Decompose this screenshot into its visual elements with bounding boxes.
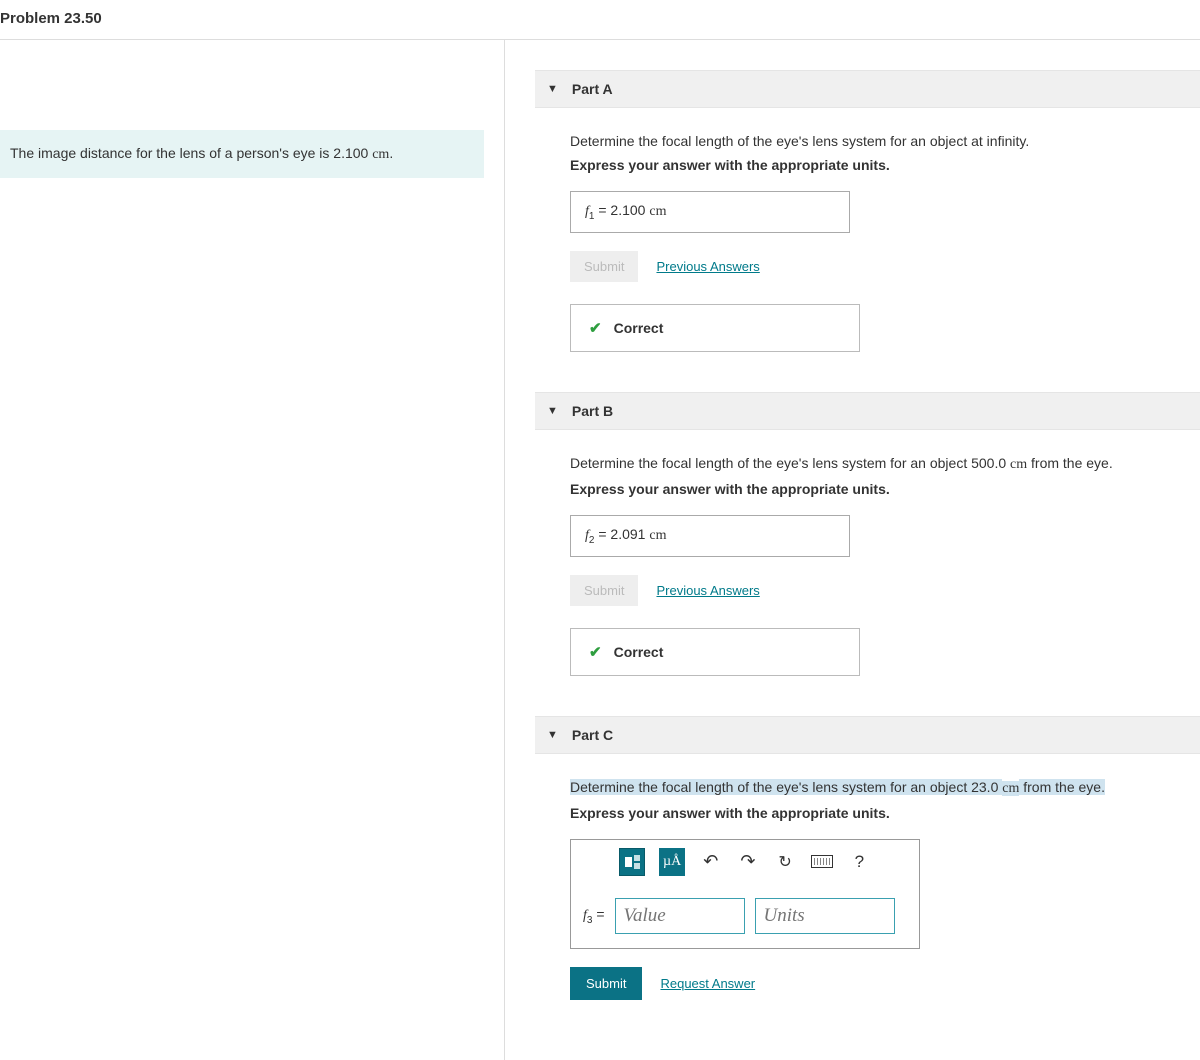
page-title: Problem 23.50 bbox=[0, 10, 102, 27]
part-b-buttons: Submit Previous Answers bbox=[570, 575, 1165, 606]
part-c-var-label: f3 = bbox=[583, 906, 605, 926]
part-a-buttons: Submit Previous Answers bbox=[570, 251, 1165, 282]
part-c-prompt-post: from the eye. bbox=[1019, 779, 1105, 795]
part-b-prompt: Determine the focal length of the eye's … bbox=[570, 455, 1165, 473]
request-answer-link[interactable]: Request Answer bbox=[660, 976, 755, 991]
reset-icon[interactable]: ↻ bbox=[774, 848, 797, 876]
part-b-correct: ✔ Correct bbox=[570, 628, 860, 676]
part-c: ▼ Part C Determine the focal length of t… bbox=[535, 716, 1200, 1000]
caret-down-icon: ▼ bbox=[547, 405, 558, 417]
part-a-correct: ✔ Correct bbox=[570, 304, 860, 352]
problem-text-suffix: . bbox=[389, 145, 393, 161]
part-c-hint: Express your answer with the appropriate… bbox=[570, 805, 1165, 821]
part-b-prompt-post: from the eye. bbox=[1027, 455, 1113, 471]
templates-icon[interactable] bbox=[619, 848, 645, 876]
part-a-sub: 1 bbox=[589, 211, 595, 222]
correct-label: Correct bbox=[614, 644, 664, 660]
problem-statement: The image distance for the lens of a per… bbox=[0, 130, 484, 178]
part-c-input-row: f3 = bbox=[571, 884, 919, 948]
part-c-prompt-unit: cm bbox=[1002, 781, 1019, 796]
part-b-sub: 2 bbox=[589, 535, 595, 546]
value-input[interactable] bbox=[615, 898, 745, 934]
part-a-prompt: Determine the focal length of the eye's … bbox=[570, 133, 1165, 149]
part-c-label: Part C bbox=[572, 727, 613, 743]
part-c-body: Determine the focal length of the eye's … bbox=[535, 754, 1200, 1000]
part-a-value: 2.100 bbox=[610, 202, 645, 218]
part-b-prompt-unit: cm bbox=[1010, 457, 1027, 472]
equals: = bbox=[598, 202, 610, 218]
correct-label: Correct bbox=[614, 320, 664, 336]
part-b-hint: Express your answer with the appropriate… bbox=[570, 481, 1165, 497]
part-b-body: Determine the focal length of the eye's … bbox=[535, 430, 1200, 676]
submit-button: Submit bbox=[570, 251, 638, 282]
part-a: ▼ Part A Determine the focal length of t… bbox=[535, 70, 1200, 352]
previous-answers-link[interactable]: Previous Answers bbox=[656, 583, 759, 598]
problem-text-prefix: The image distance for the lens of a per… bbox=[10, 145, 372, 161]
part-c-prompt-pre: Determine the focal length of the eye's … bbox=[570, 779, 1002, 795]
check-icon: ✔ bbox=[589, 643, 602, 661]
units-input[interactable] bbox=[755, 898, 895, 934]
part-a-label: Part A bbox=[572, 81, 613, 97]
part-b-prompt-pre: Determine the focal length of the eye's … bbox=[570, 455, 1010, 471]
part-b-unit: cm bbox=[649, 528, 666, 543]
submit-button[interactable]: Submit bbox=[570, 967, 642, 1000]
part-c-buttons: Submit Request Answer bbox=[570, 967, 1165, 1000]
part-c-header[interactable]: ▼ Part C bbox=[535, 716, 1200, 754]
page-header: Problem 23.50 bbox=[0, 0, 1200, 40]
check-icon: ✔ bbox=[589, 319, 602, 337]
caret-down-icon: ▼ bbox=[547, 83, 558, 95]
right-column: ▼ Part A Determine the focal length of t… bbox=[505, 40, 1200, 1060]
part-b-value: 2.091 bbox=[610, 526, 645, 542]
submit-button: Submit bbox=[570, 575, 638, 606]
special-chars-icon[interactable]: µÅ bbox=[659, 848, 685, 876]
part-a-answer: f1 = 2.100 cm bbox=[570, 191, 850, 233]
part-c-prompt: Determine the focal length of the eye's … bbox=[570, 779, 1165, 797]
answer-toolbar: µÅ ↶ ↷ ↻ ? bbox=[571, 840, 919, 884]
caret-down-icon: ▼ bbox=[547, 729, 558, 741]
part-a-header[interactable]: ▼ Part A bbox=[535, 70, 1200, 108]
part-c-answer-widget: µÅ ↶ ↷ ↻ ? f3 = bbox=[570, 839, 920, 949]
redo-icon[interactable]: ↷ bbox=[736, 848, 759, 876]
undo-icon[interactable]: ↶ bbox=[699, 848, 722, 876]
part-a-unit: cm bbox=[649, 204, 666, 219]
left-column: The image distance for the lens of a per… bbox=[0, 40, 505, 1060]
content-columns: The image distance for the lens of a per… bbox=[0, 40, 1200, 1060]
part-b-header[interactable]: ▼ Part B bbox=[535, 392, 1200, 430]
part-b: ▼ Part B Determine the focal length of t… bbox=[535, 392, 1200, 676]
part-a-body: Determine the focal length of the eye's … bbox=[535, 108, 1200, 352]
part-b-answer: f2 = 2.091 cm bbox=[570, 515, 850, 557]
equals: = bbox=[598, 526, 610, 542]
problem-unit: cm bbox=[372, 147, 389, 162]
part-a-hint: Express your answer with the appropriate… bbox=[570, 157, 1165, 173]
help-icon[interactable]: ? bbox=[848, 848, 871, 876]
keyboard-icon[interactable] bbox=[811, 848, 834, 876]
part-b-label: Part B bbox=[572, 403, 613, 419]
previous-answers-link[interactable]: Previous Answers bbox=[656, 259, 759, 274]
